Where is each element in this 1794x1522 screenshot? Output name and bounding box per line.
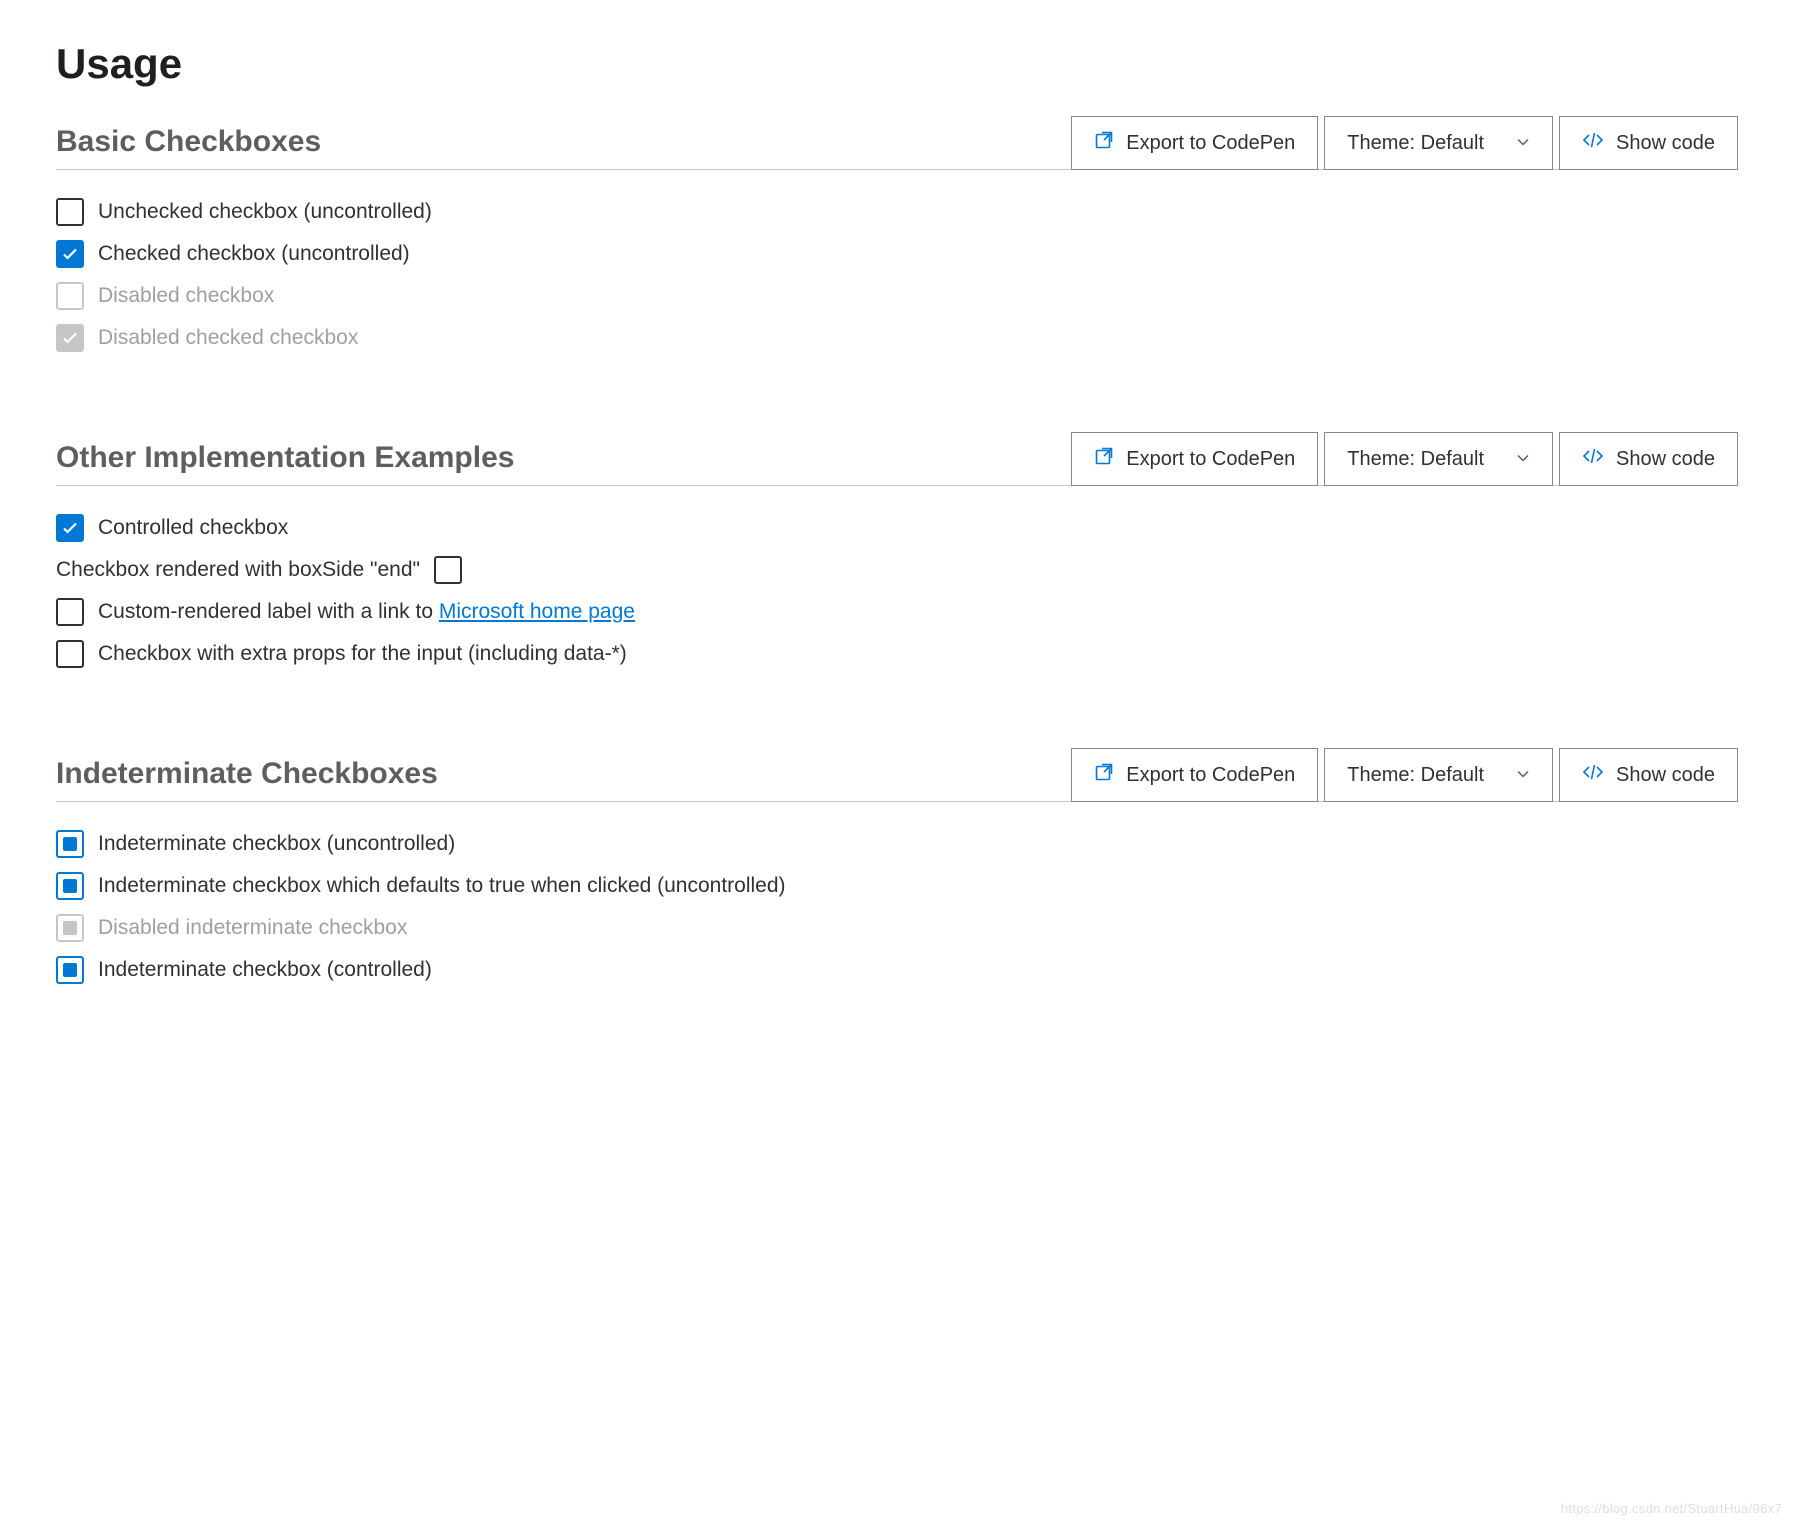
checkbox-box[interactable] (56, 640, 84, 668)
export-codepen-button[interactable]: Export to CodePen (1071, 748, 1318, 802)
export-label: Export to CodePen (1126, 448, 1295, 471)
microsoft-home-link[interactable]: Microsoft home page (439, 600, 635, 623)
export-icon (1094, 130, 1114, 156)
checkbox-box[interactable] (434, 556, 462, 584)
show-code-button[interactable]: Show code (1559, 748, 1738, 802)
checkbox-box (56, 282, 84, 310)
checkbox-label: Controlled checkbox (98, 516, 288, 540)
section-title: Basic Checkboxes (56, 125, 321, 159)
checkbox-item[interactable]: Indeterminate checkbox (uncontrolled) (56, 830, 1738, 858)
section-other-examples: Other Implementation Examples Export to … (56, 432, 1738, 668)
export-icon (1094, 762, 1114, 788)
section-header: Indeterminate Checkboxes Export to CodeP… (56, 748, 1738, 802)
section-title: Other Implementation Examples (56, 441, 514, 475)
checkbox-box (56, 914, 84, 942)
checkbox-item: Disabled indeterminate checkbox (56, 914, 1738, 942)
checkbox-label: Checked checkbox (uncontrolled) (98, 242, 410, 266)
theme-label: Theme: Default (1347, 448, 1484, 471)
checkbox-label: Indeterminate checkbox (uncontrolled) (98, 832, 455, 856)
section-title: Indeterminate Checkboxes (56, 757, 438, 791)
checkbox-label: Unchecked checkbox (uncontrolled) (98, 200, 432, 224)
checkbox-label: Indeterminate checkbox (controlled) (98, 958, 432, 982)
checkbox-item[interactable]: Custom-rendered label with a link to Mic… (56, 598, 1738, 626)
section-header: Basic Checkboxes Export to CodePen Theme… (56, 116, 1738, 170)
show-code-button[interactable]: Show code (1559, 116, 1738, 170)
section-basic-checkboxes: Basic Checkboxes Export to CodePen Theme… (56, 116, 1738, 352)
code-icon (1582, 130, 1604, 156)
check-icon (61, 245, 79, 263)
section-toolbar: Export to CodePen Theme: Default Show co… (1071, 748, 1738, 802)
export-icon (1094, 446, 1114, 472)
checkbox-label: Disabled checked checkbox (98, 326, 358, 350)
show-code-label: Show code (1616, 132, 1715, 155)
checkbox-label: Disabled checkbox (98, 284, 274, 308)
show-code-label: Show code (1616, 448, 1715, 471)
checkbox-box[interactable] (56, 198, 84, 226)
checkbox-label: Indeterminate checkbox which defaults to… (98, 874, 786, 898)
section-header: Other Implementation Examples Export to … (56, 432, 1738, 486)
checkbox-item[interactable]: Indeterminate checkbox which defaults to… (56, 872, 1738, 900)
section-indeterminate-checkboxes: Indeterminate Checkboxes Export to CodeP… (56, 748, 1738, 984)
checkbox-item[interactable]: Unchecked checkbox (uncontrolled) (56, 198, 1738, 226)
show-code-label: Show code (1616, 764, 1715, 787)
page-title: Usage (56, 40, 1738, 88)
chevron-down-icon (1516, 764, 1530, 787)
chevron-down-icon (1516, 132, 1530, 155)
checkbox-item[interactable]: Checkbox rendered with boxSide "end" (56, 556, 1738, 584)
checkbox-box[interactable] (56, 514, 84, 542)
checkbox-label: Checkbox rendered with boxSide "end" (56, 558, 420, 582)
chevron-down-icon (1516, 448, 1530, 471)
checkbox-item[interactable]: Checked checkbox (uncontrolled) (56, 240, 1738, 268)
code-icon (1582, 446, 1604, 472)
export-label: Export to CodePen (1126, 132, 1295, 155)
theme-label: Theme: Default (1347, 764, 1484, 787)
export-codepen-button[interactable]: Export to CodePen (1071, 116, 1318, 170)
checkbox-box[interactable] (56, 240, 84, 268)
theme-select[interactable]: Theme: Default (1324, 748, 1553, 802)
checkbox-box (56, 324, 84, 352)
watermark: https://blog.csdn.net/StuartHua/96x7 (1561, 1501, 1782, 1516)
export-label: Export to CodePen (1126, 764, 1295, 787)
checkbox-label: Disabled indeterminate checkbox (98, 916, 407, 940)
checkbox-item[interactable]: Checkbox with extra props for the input … (56, 640, 1738, 668)
checkbox-box[interactable] (56, 956, 84, 984)
checkbox-item[interactable]: Controlled checkbox (56, 514, 1738, 542)
section-toolbar: Export to CodePen Theme: Default Show co… (1071, 432, 1738, 486)
show-code-button[interactable]: Show code (1559, 432, 1738, 486)
code-icon (1582, 762, 1604, 788)
checkbox-label: Checkbox with extra props for the input … (98, 642, 627, 666)
check-icon (61, 329, 79, 347)
checkbox-item: Disabled checked checkbox (56, 324, 1738, 352)
check-icon (61, 519, 79, 537)
checkbox-item[interactable]: Indeterminate checkbox (controlled) (56, 956, 1738, 984)
section-toolbar: Export to CodePen Theme: Default Show co… (1071, 116, 1738, 170)
checkbox-box[interactable] (56, 598, 84, 626)
checkbox-box[interactable] (56, 872, 84, 900)
export-codepen-button[interactable]: Export to CodePen (1071, 432, 1318, 486)
theme-select[interactable]: Theme: Default (1324, 116, 1553, 170)
checkbox-box[interactable] (56, 830, 84, 858)
theme-label: Theme: Default (1347, 132, 1484, 155)
checkbox-item: Disabled checkbox (56, 282, 1738, 310)
checkbox-label: Custom-rendered label with a link to Mic… (98, 600, 635, 624)
theme-select[interactable]: Theme: Default (1324, 432, 1553, 486)
label-prefix: Custom-rendered label with a link to (98, 600, 439, 623)
